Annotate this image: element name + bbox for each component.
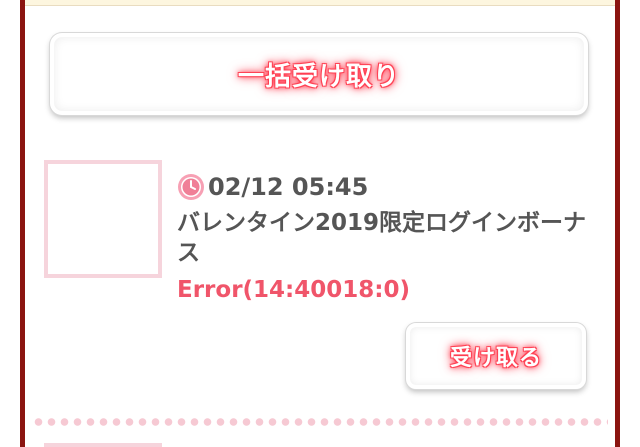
panel-top-strip bbox=[25, 0, 615, 6]
gift-error-message: Error(14:40018:0) bbox=[177, 277, 410, 303]
bulk-receive-label: 一括受け取り bbox=[237, 61, 400, 92]
panel-border-right bbox=[615, 0, 620, 447]
bulk-receive-button[interactable]: 一括受け取り bbox=[50, 33, 588, 115]
panel-border-left bbox=[20, 0, 25, 447]
clock-icon bbox=[178, 174, 204, 200]
gift-list-item: 02/12 05:45 バレンタイン2019限定ログインボーナス Error(1… bbox=[44, 160, 604, 395]
next-gift-thumbnail bbox=[44, 443, 162, 447]
gift-thumbnail bbox=[44, 160, 162, 278]
gift-box-panel: 一括受け取り 02/12 05:45 バレンタイン2019限定ログインボーナス … bbox=[0, 0, 640, 447]
gift-timestamp: 02/12 05:45 bbox=[208, 173, 369, 201]
gift-time-row: 02/12 05:45 bbox=[177, 172, 368, 202]
receive-button-label: 受け取る bbox=[449, 346, 542, 371]
gift-title: バレンタイン2019限定ログインボーナス bbox=[177, 210, 587, 266]
dotted-divider bbox=[32, 417, 608, 427]
receive-button[interactable]: 受け取る bbox=[406, 323, 586, 389]
